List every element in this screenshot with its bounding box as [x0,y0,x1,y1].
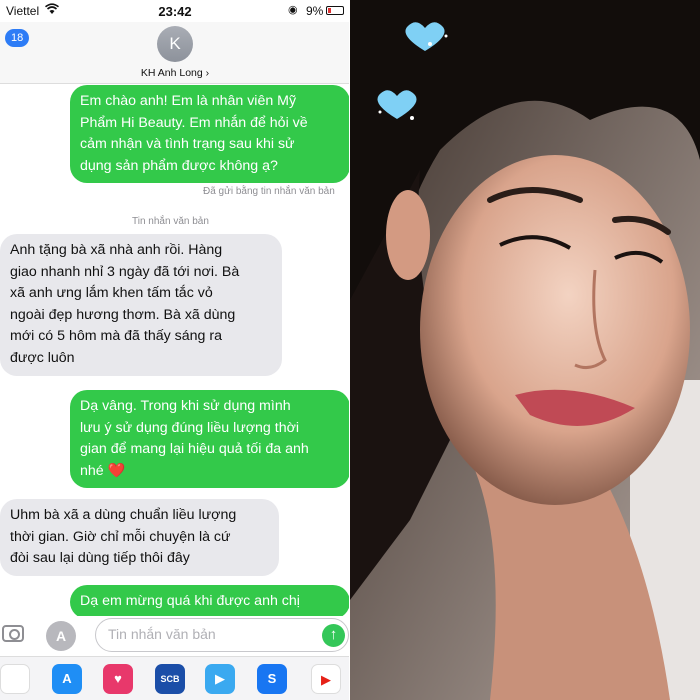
shazam-app-icon[interactable]: S [257,664,287,694]
send-button[interactable]: ↑ [322,624,345,647]
battery-percent: 9% [306,4,324,18]
status-bar: Viettel 23:42 ◉ 9% [0,0,350,22]
message-line: Dạ em mừng quá khi được anh chị [80,593,300,609]
selfie-photo [350,0,700,700]
back-button-unread-count[interactable]: 18 [5,29,30,47]
heart-app-icon[interactable]: ♥ [103,664,133,694]
contact-name[interactable]: KH Anh Long › [0,67,350,79]
battery-icon [326,6,344,15]
message-line: đòi sau lại dùng tiếp thôi đây [10,550,190,567]
message-list[interactable]: Đã gửi bằng tin nhắn văn bản Tin nhắn vă… [0,84,350,619]
message-line: thời gian. Giờ chỉ mỗi chuyện là cứ [10,528,231,545]
message-line: nhé ❤️ [80,462,126,479]
incoming-message[interactable]: Anh tặng bà xã nhà anh rồi. Hàng giao nha… [0,234,282,376]
message-line: Uhm bà xã a dùng chuẩn liều lượng [10,507,237,523]
messages-screen: Viettel 23:42 ◉ 9% 18 K KH Anh Long › Đã… [0,0,350,700]
camera-icon[interactable] [2,625,24,642]
message-line: cảm nhận và tình trạng sau khi sử [80,136,295,153]
sent-as-text-note: Đã gửi bằng tin nhắn văn bản [203,186,335,197]
message-line: gian để mang lại hiệu quả tối đa anh [80,441,309,458]
app-store-icon[interactable]: A [52,664,82,694]
message-line: được luôn [10,349,75,366]
message-line: giao nhanh nhỉ 3 ngày đã tới nơi. Bà [10,263,240,280]
photos-app-icon[interactable] [0,664,30,694]
text-message-label: Tin nhắn văn bản [132,216,209,227]
message-line: Anh tặng bà xã nhà anh rồi. Hàng [10,242,223,258]
video-app-icon[interactable]: ▶ [205,664,235,694]
message-input-field[interactable]: ↑ [95,618,349,652]
message-line: ngoài đẹp hương thơm. Bà xã dùng [10,306,236,323]
outgoing-message[interactable]: Em chào anh! Em là nhân viên Mỹ Phẩm Hi B… [70,85,350,184]
message-line: dụng sản phẩm được không ạ? [80,157,278,174]
message-line: Phẩm Hi Beauty. Em nhắn để hỏi về [80,114,308,131]
message-line: mới có 5 hôm mà đã thấy sáng ra [10,328,222,345]
orientation-lock-icon: ◉ [288,4,298,16]
app-drawer: A ♥ SCB ▶ S ▶ [0,656,350,700]
scb-app-icon[interactable]: SCB [155,664,185,694]
youtube-app-icon[interactable]: ▶ [311,664,341,694]
avatar[interactable]: K [157,26,193,62]
incoming-message[interactable]: Uhm bà xã a dùng chuẩn liều lượng thời gi… [0,499,279,576]
message-line: Em chào anh! Em là nhân viên Mỹ [80,93,297,109]
app-store-button[interactable]: A [46,621,76,651]
conversation-header: 18 K KH Anh Long › [0,22,350,84]
composer-bar: A ↑ [0,616,350,656]
message-input[interactable] [108,626,308,642]
outgoing-message[interactable]: Dạ vâng. Trong khi sử dụng mình lưu ý sử … [70,390,350,489]
message-line: Dạ vâng. Trong khi sử dụng mình [80,398,291,414]
outgoing-message[interactable]: Dạ em mừng quá khi được anh chị [70,585,350,619]
message-line: lưu ý sử dụng đúng liều lượng thời [80,419,300,436]
message-line: xã anh ưng lắm khen tấm tắc vỏ [10,285,213,302]
